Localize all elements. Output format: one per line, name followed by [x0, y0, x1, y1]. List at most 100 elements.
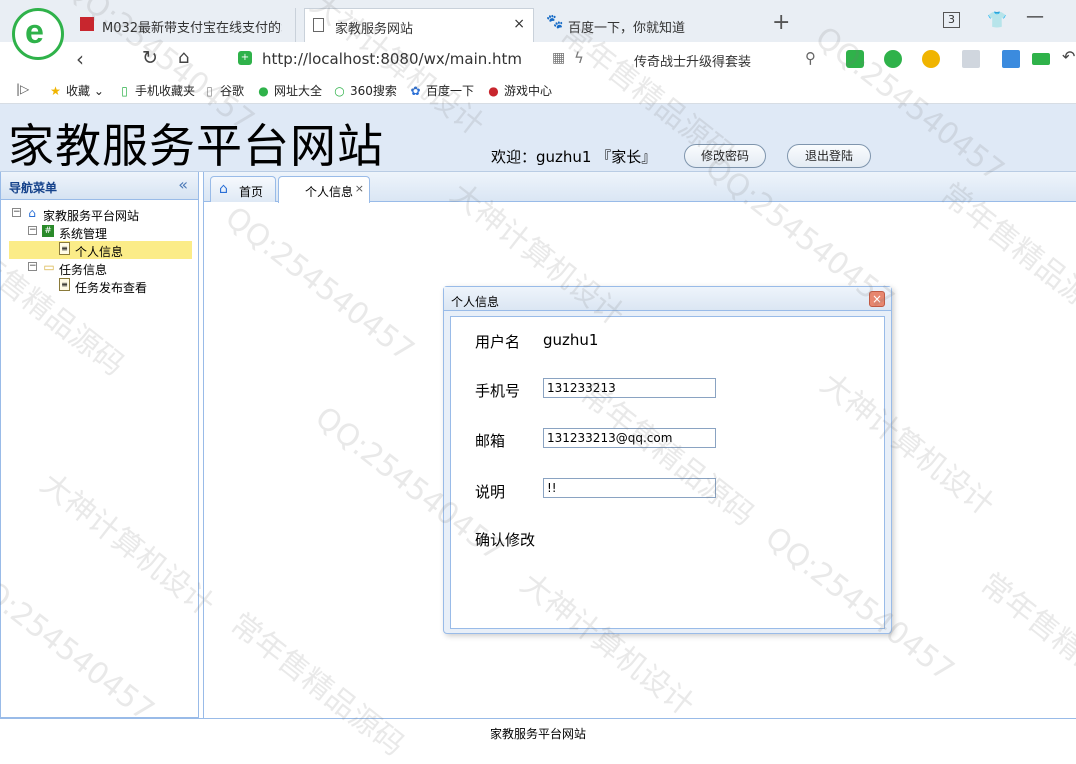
baidu-paw-icon: ✿ [410, 84, 421, 98]
app-grid-icon[interactable]: ▦ [552, 50, 565, 66]
browser-tab[interactable]: 🐾 百度一下，你就知道 [538, 8, 760, 42]
phone-field[interactable] [543, 378, 716, 398]
close-tab-icon[interactable]: × [513, 16, 525, 32]
logout-button[interactable]: 退出登陆 [787, 144, 871, 168]
tab-label: 个人信息 [305, 185, 354, 199]
tree-node-system[interactable]: − # 系统管理 [1, 223, 198, 241]
close-icon[interactable]: × [355, 182, 364, 195]
tree-expander-icon[interactable]: − [12, 208, 21, 217]
new-tab-button[interactable]: + [772, 10, 790, 35]
browser-nav-bar: ‹ ↻ ⌂ + http://localhost:8080/wx/main.ht… [0, 42, 1076, 76]
tab-home[interactable]: ⌂ 首页 [210, 176, 276, 202]
tree-node-root[interactable]: − ⌂ 家教服务平台网站 [1, 205, 198, 223]
security-shield-icon: + [238, 51, 252, 65]
browser-logo-icon[interactable]: e [12, 8, 64, 60]
image-icon[interactable] [962, 50, 980, 68]
page-icon [313, 18, 324, 32]
tree-node-label: 家教服务平台网站 [43, 209, 140, 223]
search360-icon: ○ [334, 84, 345, 98]
apps-icon[interactable] [1002, 50, 1020, 68]
undo-icon[interactable]: ↶ [1062, 47, 1075, 66]
back-icon[interactable]: ‹ [76, 47, 84, 71]
main-tab-strip: ⌂ 首页 个人信息 × [204, 172, 1076, 203]
note-field[interactable] [543, 478, 716, 498]
refresh-icon[interactable]: ↻ [142, 47, 158, 69]
battery-icon [1032, 53, 1050, 65]
welcome-text: 欢迎：guzhu1 『家长』 [491, 148, 657, 166]
address-bar[interactable]: + http://localhost:8080/wx/main.htm ▦ ϟ [230, 46, 616, 72]
bookmark-item[interactable]: ▯ 手机收藏夹 [117, 82, 195, 99]
nav-globe-icon: ● [258, 84, 269, 98]
browser-tab-active[interactable]: 家教服务网站 × [304, 8, 534, 42]
document-icon: ≡ [59, 242, 70, 255]
note-label: 说明 [475, 483, 506, 501]
url-text[interactable]: http://localhost:8080/wx/main.htm [262, 50, 522, 68]
site-footer: 家教服务平台网站 [0, 718, 1076, 744]
bookmark-favorites[interactable]: ★ 收藏 ⌄ [48, 82, 104, 99]
site-header: 家教服务平台网站 欢迎：guzhu1 『家长』 修改密码 退出登陆 [0, 104, 1076, 173]
browser-tab-title: 家教服务网站 [335, 22, 414, 37]
skin-icon[interactable]: 👕 [987, 10, 1007, 29]
page-icon: ▯ [206, 84, 213, 98]
dialog-body: 用户名 guzhu1 手机号 邮箱 说明 确认修改 [450, 316, 885, 629]
phone-icon: ▯ [121, 84, 128, 98]
bookmarks-bar: |▷ ★ 收藏 ⌄ ▯ 手机收藏夹 ▯ 谷歌 ● 网址大全 ○ 360搜索 ✿ 百度一下 ●… [0, 76, 1076, 104]
grid-icon: # [42, 225, 54, 237]
sidebar-title: 导航菜单 [9, 181, 58, 195]
browser-tab[interactable]: M032最新带支付宝在线支付的S [72, 8, 296, 42]
sidebar-header: 导航菜单 « [1, 172, 198, 200]
tree-node-label: 系统管理 [59, 227, 108, 241]
dialog-header[interactable]: 个人信息 × [444, 287, 891, 311]
username-value: guzhu1 [543, 331, 599, 349]
profile-dialog: 个人信息 × 用户名 guzhu1 手机号 邮箱 说明 确认修改 [443, 286, 892, 634]
change-password-button[interactable]: 修改密码 [684, 144, 766, 168]
home-icon: ⌂ [219, 181, 228, 197]
home-icon[interactable]: ⌂ [178, 47, 189, 68]
tree-node-label: 任务信息 [59, 263, 108, 277]
bookmark-item[interactable]: ● 游戏中心 [486, 82, 552, 99]
document-icon: ≡ [59, 278, 70, 291]
speed-mode-icon[interactable]: ϟ [574, 49, 584, 67]
browser-tab-bar: M032最新带支付宝在线支付的S 家教服务网站 × 🐾 百度一下，你就知道 + … [0, 0, 1076, 42]
sidebar-toggle-icon[interactable]: |▷ [16, 82, 29, 96]
search-text[interactable]: 传奇战士升级得套装 [634, 51, 751, 70]
search-icon[interactable]: ⚲ [805, 49, 816, 67]
tab-profile[interactable]: 个人信息 × [278, 176, 370, 203]
translate-icon[interactable] [884, 50, 902, 68]
dialog-close-icon[interactable]: × [869, 291, 885, 307]
browser-tab-title: M032最新带支付宝在线支付的S [102, 21, 282, 36]
scissors-icon[interactable] [846, 50, 864, 68]
tree-node-label: 个人信息 [75, 245, 124, 259]
wallet-icon[interactable] [922, 50, 940, 68]
nav-sidebar: 导航菜单 « − ⌂ 家教服务平台网站 − # 系统管理 ≡ 个人信息 − ▭ … [0, 172, 199, 718]
site-favicon-icon [80, 17, 94, 31]
bookmark-item[interactable]: ▯ 谷歌 [202, 82, 244, 99]
bookmark-item[interactable]: ✿ 百度一下 [408, 82, 474, 99]
folder-icon: ▭ [43, 260, 55, 274]
tree-expander-icon[interactable]: − [28, 226, 37, 235]
page-title: 家教服务平台网站 [8, 119, 384, 173]
baidu-paw-icon: 🐾 [546, 14, 564, 30]
footer-text: 家教服务平台网站 [489, 727, 586, 741]
tree-node-profile[interactable]: ≡ 个人信息 [9, 241, 192, 259]
home-icon: ⌂ [28, 206, 36, 220]
tree-expander-icon[interactable]: − [28, 262, 37, 271]
browser-tab-title: 百度一下，你就知道 [568, 21, 686, 36]
search-box[interactable]: 传奇战士升级得套装 ⚲ [624, 46, 822, 72]
phone-label: 手机号 [475, 382, 521, 400]
tab-count-badge[interactable]: 3 [943, 12, 960, 28]
email-label: 邮箱 [475, 432, 506, 450]
collapse-icon[interactable]: « [178, 175, 188, 194]
bookmark-item[interactable]: ● 网址大全 [256, 82, 322, 99]
email-field[interactable] [543, 428, 716, 448]
tree-node-label: 任务发布查看 [75, 281, 148, 295]
bookmark-item[interactable]: ○ 360搜索 [332, 82, 397, 99]
dialog-title: 个人信息 [451, 295, 500, 309]
minimize-icon[interactable]: — [1026, 6, 1044, 27]
tree-node-tasks[interactable]: − ▭ 任务信息 [1, 259, 198, 277]
game-icon: ● [488, 84, 499, 98]
tree-node-task-view[interactable]: ≡ 任务发布查看 [1, 277, 198, 295]
tab-label: 首页 [239, 185, 264, 199]
confirm-button[interactable]: 确认修改 [475, 529, 535, 550]
username-label: 用户名 [475, 333, 521, 351]
